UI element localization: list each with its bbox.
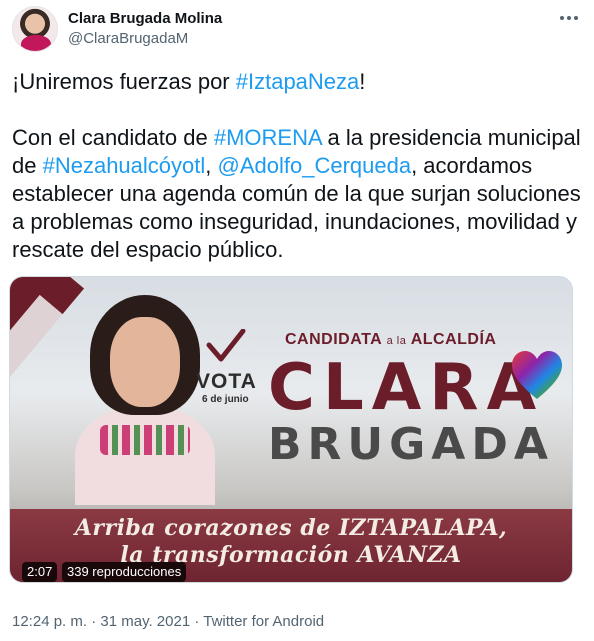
tweet-meta: 12:24 p. m. · 31 may. 2021 · Twitter for… xyxy=(12,613,324,630)
brugada-title: BRUGADA xyxy=(268,419,554,470)
tweet-text-segment: , xyxy=(205,153,218,178)
hashtag-morena[interactable]: #MORENA xyxy=(214,125,322,150)
tweet-source[interactable]: Twitter for Android xyxy=(203,613,324,630)
slogan-line-1: Arriba corazones de IZTAPALAPA, xyxy=(74,515,508,541)
clara-title: CLARA xyxy=(268,351,545,425)
hashtag-nezahualcoyotl[interactable]: #Nezahualcóyotl xyxy=(43,153,206,178)
meta-separator: · xyxy=(190,613,204,630)
alcaldia-word: ALCALDÍA xyxy=(410,331,497,348)
video-views-badge: 339 reproducciones xyxy=(62,562,187,582)
avatar-scarf xyxy=(21,35,51,51)
candidata-label: CANDIDATA a la ALCALDÍA xyxy=(285,331,496,349)
author-handle[interactable]: @ClaraBrugadaM xyxy=(68,30,188,47)
tweet-date[interactable]: 31 may. 2021 xyxy=(100,613,190,630)
tweet-text-segment: ! xyxy=(359,69,366,94)
mention-adolfo-cerqueda[interactable]: @Adolfo_Cerqueda xyxy=(218,153,412,178)
meta-separator: · xyxy=(87,613,101,630)
video-duration-badge: 2:07 xyxy=(22,562,58,582)
tweet-header: Clara Brugada Molina @ClaraBrugadaM xyxy=(12,6,582,56)
avatar[interactable] xyxy=(12,6,58,52)
tweet-text-segment: ¡Uniremos fuerzas por xyxy=(12,69,236,94)
vota-date: 6 de junio xyxy=(202,394,249,405)
video-player[interactable]: VOTA 6 de junio CANDIDATA a la ALCALDÍA … xyxy=(9,276,573,583)
author-name[interactable]: Clara Brugada Molina xyxy=(68,10,222,27)
tweet-text: ¡Uniremos fuerzas por #IztapaNeza! Con e… xyxy=(12,68,582,264)
candidata-word: CANDIDATA xyxy=(285,331,382,348)
hashtag-iztapaneza[interactable]: #IztapaNeza xyxy=(236,69,360,94)
tweet-text-segment: Con el candidato de xyxy=(12,125,214,150)
a-la-word: a la xyxy=(386,335,407,347)
vota-label: VOTA xyxy=(196,370,257,393)
tweet-time[interactable]: 12:24 p. m. xyxy=(12,613,87,630)
heart-icon xyxy=(512,351,562,399)
checkmark-icon xyxy=(206,329,246,362)
candidate-photo xyxy=(70,295,220,505)
more-icon[interactable] xyxy=(556,8,582,28)
